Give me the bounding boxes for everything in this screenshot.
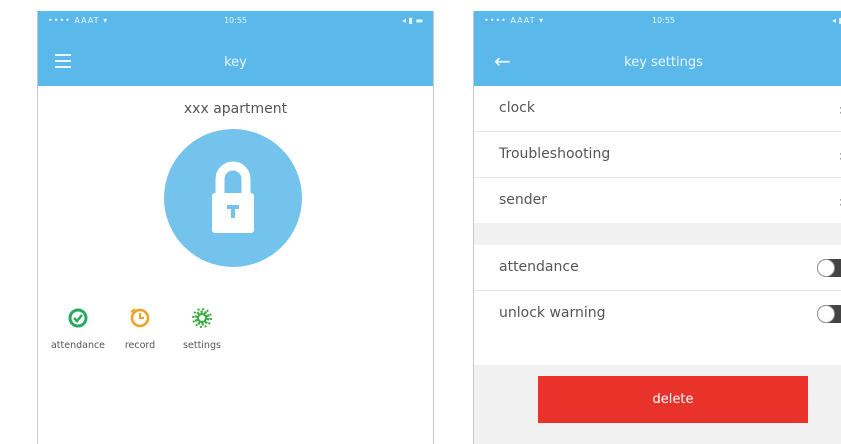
row-label: unlock warning — [499, 305, 606, 321]
row-label: clock — [499, 100, 535, 116]
attendance-button[interactable]: attendance — [47, 307, 109, 352]
clock-icon — [130, 308, 150, 328]
unlock-warning-toggle[interactable] — [817, 305, 841, 323]
action-bar: attendance record settings — [47, 307, 233, 352]
record-label: record — [124, 340, 156, 351]
battery-icon: ◂ ▮ ▬ — [401, 16, 423, 25]
record-button[interactable]: record — [109, 307, 171, 352]
settings-row-attendance: attendance — [474, 245, 841, 290]
attendance-label: attendance — [50, 340, 106, 351]
delete-button[interactable]: delete — [538, 376, 808, 423]
battery-icon: ◂ ▮ — [832, 16, 841, 25]
page-title: key — [224, 55, 247, 70]
bottom-area: delete — [474, 365, 841, 444]
gear-icon — [192, 308, 212, 328]
settings-row-sender[interactable]: sender › — [474, 178, 841, 223]
status-time: 10:55 — [223, 16, 248, 25]
unlock-button[interactable] — [164, 129, 302, 267]
section-gap — [474, 223, 841, 245]
row-label: sender — [499, 192, 548, 208]
key-settings-screen: •••• AAAT ▾ 10:55 ◂ ▮ ← key settings clo… — [473, 11, 841, 444]
settings-row-troubleshooting[interactable]: Troubleshooting › — [474, 132, 841, 177]
lock-icon — [212, 161, 254, 233]
settings-row-unlock-warning: unlock warning — [474, 291, 841, 336]
settings-button[interactable]: settings — [171, 307, 233, 352]
check-circle-icon — [68, 308, 88, 328]
status-bar: •••• AAAT ▾ 10:55 ◂ ▮ — [474, 11, 841, 31]
row-label: attendance — [499, 259, 579, 275]
key-screen: •••• AAAT ▾ 10:55 ◂ ▮ ▬ key xxx apartmen… — [37, 11, 434, 444]
status-time: 10:55 — [651, 16, 676, 25]
header-bar: •••• AAAT ▾ 10:55 ◂ ▮ ← key settings — [474, 11, 841, 86]
header-bar: •••• AAAT ▾ 10:55 ◂ ▮ ▬ key — [38, 11, 433, 86]
page-title: key settings — [624, 55, 703, 70]
attendance-toggle[interactable] — [817, 259, 841, 277]
settings-row-clock[interactable]: clock › — [474, 86, 841, 131]
settings-list: clock › Troubleshooting › sender › atten… — [474, 86, 841, 336]
status-bar: •••• AAAT ▾ 10:55 ◂ ▮ ▬ — [38, 11, 433, 31]
apartment-title: xxx apartment — [183, 101, 288, 117]
row-label: Troubleshooting — [499, 146, 611, 162]
settings-label: settings — [183, 340, 221, 351]
